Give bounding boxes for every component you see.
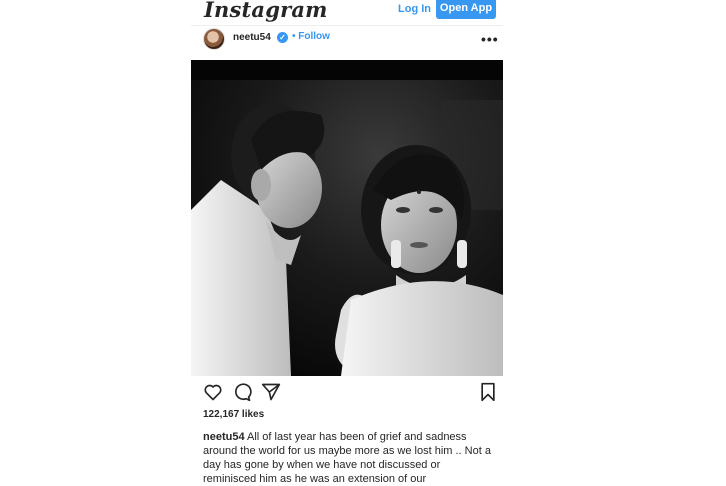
likes-count[interactable]: 122,167 likes	[203, 409, 264, 420]
avatar[interactable]	[203, 28, 225, 50]
couple-photo-image	[191, 60, 503, 376]
comment-icon[interactable]	[232, 382, 252, 407]
caption-username[interactable]: neetu54	[203, 431, 245, 443]
bookmark-icon[interactable]	[479, 382, 497, 407]
verified-badge-icon: ✓	[277, 32, 288, 43]
post-caption: neetu54 All of last year has been of gri…	[203, 430, 495, 486]
instagram-logo[interactable]: Instagram	[204, 0, 328, 22]
paper-plane-icon[interactable]	[261, 382, 281, 407]
open-app-button[interactable]: Open App	[436, 0, 496, 19]
post-photo[interactable]	[191, 60, 503, 376]
top-bar: Instagram Log In Open App	[191, 0, 503, 22]
post-actions	[191, 382, 503, 408]
follow-button[interactable]: • Follow	[292, 31, 330, 42]
login-link[interactable]: Log In	[398, 3, 431, 15]
caption-text: All of last year has been of grief and s…	[203, 431, 491, 485]
heart-icon[interactable]	[203, 382, 223, 407]
ellipsis-icon[interactable]: •••	[481, 31, 499, 47]
post-username[interactable]: neetu54	[233, 32, 271, 43]
instagram-post-embed: Instagram Log In Open App neetu54 ✓ • Fo…	[191, 0, 503, 486]
post-header: neetu54 ✓ • Follow •••	[191, 26, 503, 56]
